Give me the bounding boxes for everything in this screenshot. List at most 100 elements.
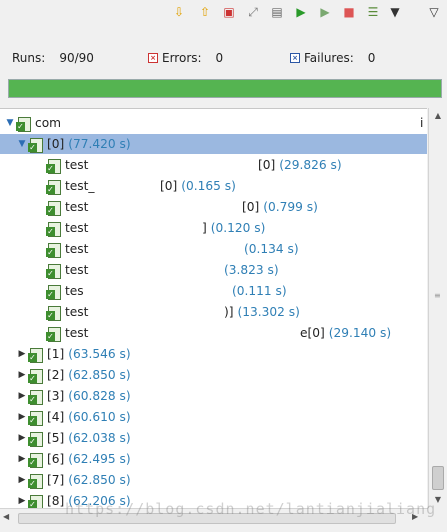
tree-test-node[interactable]: ✓ test (0.134 s) bbox=[0, 239, 427, 259]
expand-closed-icon[interactable]: ▶ bbox=[16, 433, 28, 443]
runs-value: 90/90 bbox=[59, 51, 94, 65]
vertical-scroll-thumb[interactable] bbox=[432, 466, 444, 490]
test-name-tail: )] (13.302 s) bbox=[224, 305, 300, 319]
root-name-suffix: i bbox=[420, 116, 424, 130]
test-name-suffix: [0] bbox=[258, 158, 276, 172]
error-icon: × bbox=[148, 53, 158, 63]
watermark: https://blog.csdn.net/lantianjialiang bbox=[65, 500, 437, 518]
test-duration: (0.120 s) bbox=[210, 221, 266, 235]
expand-closed-icon[interactable]: ▶ bbox=[16, 475, 28, 485]
test-name-tail: (0.111 s) bbox=[228, 284, 287, 298]
test-passed-icon: ✓ bbox=[46, 305, 61, 321]
test-name: [8] bbox=[47, 494, 65, 508]
test-passed-icon: ✓ bbox=[28, 410, 43, 426]
test-name: com bbox=[35, 116, 62, 130]
tree-group-node-selected[interactable]: ▼ ✓ [0] (77.420 s) bbox=[0, 134, 427, 154]
tree-group-node[interactable]: ▶ ✓ [6] (62.495 s) bbox=[0, 449, 427, 469]
test-name-tail: (0.134 s) bbox=[240, 242, 299, 256]
test-duration: (62.850 s) bbox=[68, 473, 131, 487]
test-name: test bbox=[65, 305, 89, 319]
test-passed-icon: ✓ bbox=[28, 431, 43, 447]
expand-closed-icon[interactable]: ▶ bbox=[16, 412, 28, 422]
expand-closed-icon[interactable]: ▶ bbox=[16, 370, 28, 380]
test-duration: (0.165 s) bbox=[181, 179, 236, 193]
show-failures-only-icon[interactable]: ▣ bbox=[220, 3, 238, 21]
rerun-failed-first-icon[interactable]: ▶ bbox=[316, 3, 334, 21]
test-passed-icon: ✓ bbox=[28, 494, 43, 509]
scroll-up-icon[interactable]: ▲ bbox=[432, 110, 444, 122]
test-duration: (63.546 s) bbox=[68, 347, 131, 361]
tree-test-node[interactable]: ✓ test] (0.120 s) bbox=[0, 218, 427, 238]
tree-test-node[interactable]: ✓ test [0] (0.799 s) bbox=[0, 197, 427, 217]
runs-stat: Runs: 90/90 bbox=[12, 51, 94, 65]
progress-fill bbox=[9, 80, 441, 97]
rerun-test-icon[interactable]: ▶ bbox=[292, 3, 310, 21]
test-name-suffix: [0] bbox=[160, 179, 178, 193]
expand-closed-icon[interactable]: ▶ bbox=[16, 496, 28, 506]
expand-open-icon[interactable]: ▼ bbox=[16, 139, 28, 149]
test-name: test_ bbox=[65, 179, 95, 193]
previous-failure-icon[interactable]: ⇧ bbox=[196, 3, 214, 21]
history-dropdown-icon[interactable]: ▼ bbox=[386, 3, 404, 21]
test-name-suffix: )] bbox=[224, 305, 234, 319]
tree-group-node[interactable]: ▶ ✓ [7] (62.850 s) bbox=[0, 470, 427, 490]
test-name: [6] bbox=[47, 452, 65, 466]
test-duration: (62.038 s) bbox=[68, 431, 131, 445]
test-passed-icon: ✓ bbox=[16, 116, 31, 132]
scroll-lock-icon[interactable]: ⤢ bbox=[244, 3, 262, 21]
test-name-tail: [0] (0.165 s) bbox=[160, 179, 236, 193]
test-name-tail: e[0] (29.140 s) bbox=[300, 326, 391, 340]
test-name-suffix: [0] bbox=[242, 200, 260, 214]
test-name-tail: ] (0.120 s) bbox=[202, 221, 265, 235]
test-passed-icon: ✓ bbox=[46, 200, 61, 216]
test-name-suffix: e[0] bbox=[300, 326, 325, 340]
test-duration: (77.420 s) bbox=[68, 137, 131, 151]
test-duration: (60.610 s) bbox=[68, 410, 131, 424]
test-passed-icon: ✓ bbox=[28, 137, 43, 153]
show-skipped-icon[interactable]: ▤ bbox=[268, 3, 286, 21]
tree-root-node[interactable]: ▼ ✓ com i bbox=[0, 113, 427, 133]
tree-test-node[interactable]: ✓ test (3.823 s) bbox=[0, 260, 427, 280]
failure-icon: × bbox=[290, 53, 300, 63]
tree-test-node[interactable]: ✓ test e[0] (29.140 s) bbox=[0, 323, 427, 343]
tree-group-node[interactable]: ▶ ✓ [2] (62.850 s) bbox=[0, 365, 427, 385]
failures-value: 0 bbox=[367, 51, 376, 65]
progress-bar bbox=[8, 79, 442, 98]
tree-group-node[interactable]: ▶ ✓ [1] (63.546 s) bbox=[0, 344, 427, 364]
test-name: [2] bbox=[47, 368, 65, 382]
tree-test-node[interactable]: ✓ test [0] (29.826 s) bbox=[0, 155, 427, 175]
next-failure-icon[interactable]: ⇩ bbox=[170, 3, 188, 21]
toolbar: ⇩ ⇧ ▣ ⤢ ▤ ▶ ▶ ■ ☰ ▼ ▽ bbox=[0, 0, 447, 30]
vertical-scrollbar[interactable]: ▲ ≡ ▼ bbox=[428, 108, 447, 508]
stop-icon[interactable]: ■ bbox=[340, 3, 358, 21]
test-passed-icon: ✓ bbox=[46, 179, 61, 195]
run-statistics: Runs: 90/90 × Errors: 0 × Failures: 0 bbox=[0, 46, 447, 70]
expand-open-icon[interactable]: ▼ bbox=[4, 118, 16, 128]
test-duration: (3.823 s) bbox=[224, 263, 279, 277]
test-tree[interactable]: ▼ ✓ com i ▼ ✓ [0] (77.420 s) ✓ test [0] (29.826 s) ✓… bbox=[0, 108, 427, 509]
tree-group-node[interactable]: ▶ ✓ [4] (60.610 s) bbox=[0, 407, 427, 427]
test-duration: (0.111 s) bbox=[232, 284, 287, 298]
test-name: [4] bbox=[47, 410, 65, 424]
test-run-history-icon[interactable]: ☰ bbox=[364, 3, 382, 21]
test-duration: (0.134 s) bbox=[244, 242, 299, 256]
test-name: [1] bbox=[47, 347, 65, 361]
tree-group-node[interactable]: ▶ ✓ [3] (60.828 s) bbox=[0, 386, 427, 406]
scroll-left-icon[interactable]: ◀ bbox=[3, 512, 9, 521]
tree-group-node[interactable]: ▶ ✓ [5] (62.038 s) bbox=[0, 428, 427, 448]
expand-closed-icon[interactable]: ▶ bbox=[16, 454, 28, 464]
errors-stat: × Errors: 0 bbox=[148, 51, 223, 65]
test-name: [7] bbox=[47, 473, 65, 487]
tree-test-node[interactable]: ✓ test )] (13.302 s) bbox=[0, 302, 427, 322]
test-duration: (62.495 s) bbox=[68, 452, 131, 466]
tree-test-node[interactable]: ✓ test_ [0] (0.165 s) bbox=[0, 176, 427, 196]
expand-closed-icon[interactable]: ▶ bbox=[16, 349, 28, 359]
test-passed-icon: ✓ bbox=[28, 473, 43, 489]
expand-closed-icon[interactable]: ▶ bbox=[16, 391, 28, 401]
view-menu-icon[interactable]: ▽ bbox=[425, 3, 443, 21]
test-duration: (29.140 s) bbox=[328, 326, 392, 340]
test-passed-icon: ✓ bbox=[46, 158, 61, 174]
test-duration: (62.850 s) bbox=[68, 368, 131, 382]
tree-test-node[interactable]: ✓ tes (0.111 s) bbox=[0, 281, 427, 301]
runs-label: Runs: bbox=[12, 51, 46, 65]
